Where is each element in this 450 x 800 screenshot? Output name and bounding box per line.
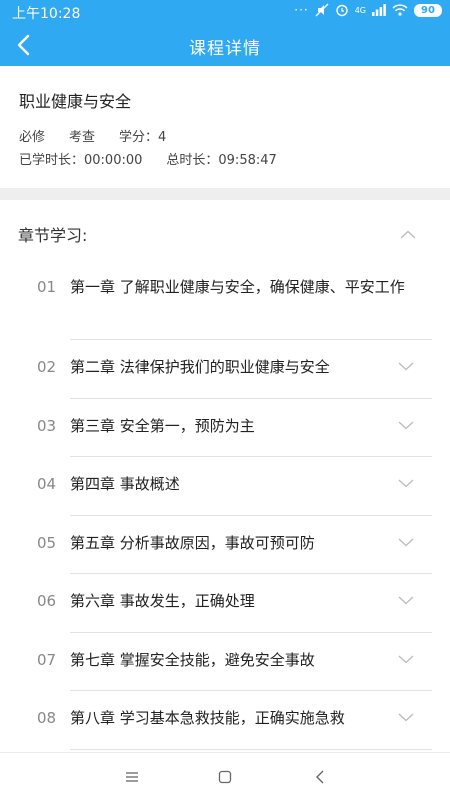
- chevron-down-icon[interactable]: [398, 538, 414, 547]
- chapter-item[interactable]: 02 第二章 法律保护我们的职业健康与安全: [0, 340, 450, 399]
- chapter-number: 08: [37, 709, 57, 727]
- chevron-down-icon[interactable]: [398, 421, 414, 430]
- chapter-title: 第八章 学习基本急救技能，正确实施急救: [70, 709, 345, 727]
- menu-button[interactable]: [120, 765, 144, 789]
- chapter-number: 07: [37, 650, 57, 669]
- dots-icon: ···: [294, 3, 309, 17]
- chapter-section-title: 章节学习:: [18, 226, 88, 245]
- menu-icon: [126, 772, 138, 782]
- chapter-item[interactable]: 04 第四章 事故概述: [0, 457, 450, 516]
- chapter-item[interactable]: 06 第六章 事故发生，正确处理: [0, 574, 450, 633]
- chevron-down-icon[interactable]: [398, 655, 414, 664]
- system-nav-bar: [0, 752, 450, 800]
- chapter-list: 01 第一章 了解职业健康与安全，确保健康、平安工作 02 第二章 法律保护我们…: [0, 260, 450, 750]
- chapter-item[interactable]: 08 第八章 学习基本急救技能，正确实施急救: [0, 691, 450, 750]
- chapter-title: 第四章 事故概述: [70, 475, 180, 493]
- chapter-title: 第五章 分析事故原因，事故可预可防: [70, 533, 315, 552]
- chapter-number: 05: [37, 533, 57, 552]
- section-divider: [0, 188, 450, 200]
- chevron-down-icon[interactable]: [398, 596, 414, 605]
- chevron-up-icon[interactable]: [400, 230, 416, 239]
- page-title: 课程详情: [189, 39, 261, 59]
- status-bar: 上午10:28 ··· 4G 90: [0, 0, 450, 24]
- chapter-number: 06: [37, 592, 57, 610]
- course-credits: 学分：4: [119, 130, 167, 145]
- chevron-down-icon[interactable]: [398, 362, 414, 371]
- network-label: 4G: [354, 5, 366, 15]
- nav-bar: 课程详情: [0, 24, 450, 66]
- chapter-section: 章节学习: 01 第一章 了解职业健康与安全，确保健康、平安工作 02 第二章 …: [0, 200, 450, 752]
- chapter-number: 04: [37, 475, 57, 493]
- signal-icon: [372, 4, 386, 16]
- row-divider: [70, 748, 432, 750]
- chapter-title: 第六章 事故发生，正确处理: [70, 592, 255, 610]
- total-duration: 总时长：09:58:47: [166, 153, 277, 168]
- chapter-section-header[interactable]: 章节学习:: [0, 200, 450, 260]
- studied-duration: 已学时长：00:00:00: [19, 153, 143, 168]
- course-assessment: 考查: [69, 130, 96, 145]
- course-time-row: 已学时长：00:00:00 总时长：09:58:47: [19, 149, 301, 168]
- back-triangle-icon: [316, 770, 324, 784]
- course-meta-row: 必修 考查 学分：4: [19, 126, 190, 145]
- course-title: 职业健康与安全: [19, 92, 132, 111]
- chapter-number: 02: [37, 358, 57, 376]
- chevron-down-icon[interactable]: [398, 479, 414, 488]
- chapter-item[interactable]: 07 第七章 掌握安全技能，避免安全事故: [0, 633, 450, 691]
- chapter-title: 第二章 法律保护我们的职业健康与安全: [70, 358, 330, 376]
- status-icons: ··· 4G 90: [294, 3, 442, 17]
- home-square-icon: [218, 770, 232, 784]
- wifi-icon: [392, 4, 408, 16]
- alarm-icon: [336, 4, 348, 17]
- chapter-item[interactable]: 01 第一章 了解职业健康与安全，确保健康、平安工作: [0, 260, 450, 340]
- chevron-down-icon[interactable]: [398, 713, 414, 722]
- course-info-card: 职业健康与安全 必修 考查 学分：4 已学时长：00:00:00 总时长：09:…: [0, 66, 450, 188]
- chapter-title: 第一章 了解职业健康与安全，确保健康、平安工作: [70, 278, 405, 296]
- system-back-button[interactable]: [308, 765, 332, 789]
- status-time: 上午10:28: [12, 6, 81, 22]
- chapter-title: 第七章 掌握安全技能，避免安全事故: [70, 650, 315, 669]
- chapter-number: 03: [37, 416, 57, 435]
- chapter-number: 01: [37, 278, 57, 296]
- chapter-title: 第三章 安全第一，预防为主: [70, 416, 255, 435]
- battery-icon: 90: [414, 3, 442, 17]
- home-button[interactable]: [213, 765, 237, 789]
- chapter-item[interactable]: 05 第五章 分析事故原因，事故可预可防: [0, 516, 450, 574]
- chapter-item[interactable]: 03 第三章 安全第一，预防为主: [0, 399, 450, 457]
- course-type: 必修: [19, 130, 46, 145]
- mute-icon: [315, 3, 329, 17]
